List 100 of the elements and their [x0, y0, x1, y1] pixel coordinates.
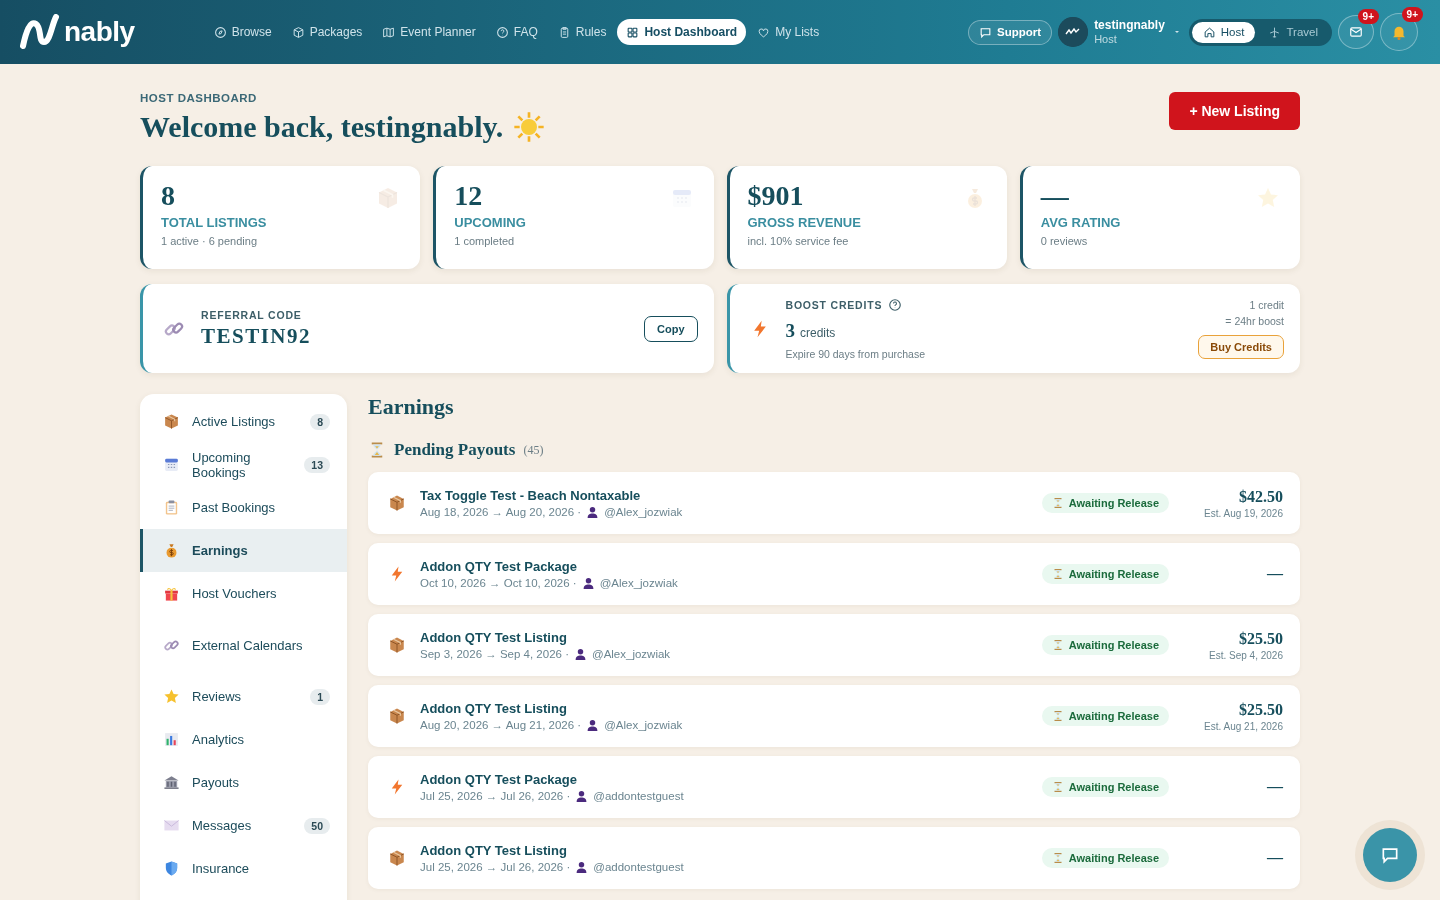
payout-estimate: Est. Sep 4, 2026 [1209, 649, 1283, 661]
payout-estimate: Est. Aug 19, 2026 [1204, 507, 1283, 519]
stat-value: — [1040, 180, 1069, 212]
chat-icon [1380, 845, 1400, 865]
plane-icon [1268, 25, 1282, 39]
payout-row[interactable]: Tax Toggle Test - Beach Nontaxable Aug 18, 2026 → Aug 20, 2026 · @Alex_jozwiak Awaiting Release $42.50 Est. Aug 19, 2026 [368, 472, 1300, 534]
rate-note: = 24hr boost [1225, 314, 1284, 327]
payout-title: Addon QTY Test Package [420, 771, 578, 787]
mode-toggle[interactable]: Host [1191, 21, 1256, 43]
payout-amount: — [1267, 565, 1283, 583]
box-icon [388, 494, 406, 512]
payout-dates: Jul 25, 2026 → Jul 26, 2026 · [420, 861, 571, 873]
star-icon [1256, 186, 1280, 210]
user-icon [586, 718, 600, 732]
payout-row[interactable]: Addon QTY Test Package Oct 10, 2026 → Oct 10, 2026 · @Alex_jozwiak Awaiting Release — [368, 543, 1300, 605]
question-icon [495, 25, 509, 39]
calendar-icon [163, 456, 180, 473]
sidebar-item[interactable]: Insurance [140, 847, 347, 890]
status-badge: Awaiting Release [1041, 493, 1169, 513]
payout-amount: — [1267, 849, 1283, 867]
sun-icon [513, 111, 546, 143]
user-icon [575, 789, 589, 803]
support-button[interactable]: Support [968, 19, 1053, 45]
stat-label: TOTAL LISTINGS [161, 215, 268, 230]
box-icon [388, 636, 406, 654]
payout-row[interactable]: Addon QTY Test Listing Aug 20, 2026 → Aug 21, 2026 · @Alex_jozwiak Awaiting Release $25.50 Est. Aug 21, 2026 [368, 685, 1300, 747]
payout-title: Tax Toggle Test - Beach Nontaxable [420, 487, 642, 503]
sidebar-item[interactable]: Earnings [140, 529, 347, 572]
help-icon[interactable] [888, 297, 903, 312]
logo-icon [20, 14, 60, 50]
guest-handle: @Alex_jozwiak [604, 719, 683, 731]
stat-note: 0 reviews [1040, 235, 1089, 247]
sidebar-item[interactable]: Host Vouchers [140, 572, 347, 615]
bar-chart-icon [163, 731, 180, 748]
sidebar-item[interactable]: Payouts [140, 761, 347, 804]
guest-handle: @addontestguest [593, 790, 684, 802]
sidebar-item[interactable]: External Calendars [140, 615, 347, 675]
sidebar-item[interactable]: Upcoming Bookings 13 [140, 443, 347, 486]
nav-link[interactable]: Packages [282, 19, 372, 45]
sidebar-item[interactable]: Reviews 1 [140, 675, 347, 718]
referral-label: REFERRAL CODE [201, 308, 303, 321]
payout-row[interactable]: Addon QTY Test Listing Jul 25, 2026 → Jul 26, 2026 · @addontestguest Awaiting Release — [368, 827, 1300, 889]
stat-note: incl. 10% service fee [747, 235, 850, 247]
expiry-note: Expire 90 days from purchase [785, 347, 925, 360]
stat-label: AVG RATING [1040, 215, 1122, 230]
nav-link[interactable]: Event Planner [373, 19, 485, 45]
nav-link[interactable]: My Lists [748, 19, 829, 45]
rate-note: 1 credit [1249, 298, 1284, 311]
status-badge: Awaiting Release [1041, 848, 1169, 868]
nav-link[interactable]: FAQ [486, 19, 547, 45]
gift-icon [163, 585, 180, 602]
buy-credits-button[interactable]: Buy Credits [1198, 334, 1284, 359]
user-icon [573, 647, 587, 661]
nav-link[interactable]: Browse [204, 19, 281, 45]
box-icon [388, 849, 406, 867]
payout-dates: Oct 10, 2026 → Oct 10, 2026 · [420, 577, 577, 589]
guest-handle: @Alex_jozwiak [599, 577, 678, 589]
nav-link[interactable]: Host Dashboard [617, 19, 747, 45]
payout-dates: Aug 20, 2026 → Aug 21, 2026 · [420, 719, 582, 731]
payout-row[interactable]: Addon QTY Test Listing Sep 3, 2026 → Sep 4, 2026 · @Alex_jozwiak Awaiting Release $25.50 Est. Sep 4, 2026 [368, 614, 1300, 676]
user-role: Host [1094, 32, 1118, 46]
payout-amount: $25.50 [1239, 629, 1283, 648]
guest-handle: @Alex_jozwiak [591, 648, 671, 660]
payout-dates: Sep 3, 2026 → Sep 4, 2026 · [420, 648, 569, 660]
sidebar-item[interactable]: Active Listings 8 [140, 400, 347, 443]
copy-button[interactable]: Copy [644, 315, 698, 342]
logo-wordmark[interactable]: nably [64, 16, 135, 48]
shield-icon [163, 860, 180, 877]
payout-amount: $42.50 [1239, 487, 1283, 506]
nav-link[interactable]: Rules [548, 19, 616, 45]
credit-unit: credits [800, 325, 836, 340]
box-icon [163, 413, 180, 430]
sidebar-item[interactable]: Past Bookings [140, 486, 347, 529]
payout-title: Addon QTY Test Listing [420, 842, 568, 858]
user-name: testingnably [1094, 18, 1165, 32]
payout-row[interactable]: Addon QTY Test Package Jul 25, 2026 → Jul 26, 2026 · @addontestguest Awaiting Release — [368, 756, 1300, 818]
chat-icon [979, 25, 993, 39]
guest-handle: @Alex_jozwiak [604, 506, 683, 518]
new-listing-button[interactable]: + New Listing [1169, 92, 1300, 130]
referral-code: TESTIN92 [201, 323, 312, 349]
box-icon [388, 707, 406, 725]
map-icon [382, 25, 396, 39]
avatar-icon[interactable] [1058, 17, 1089, 47]
chat-button[interactable] [1363, 828, 1417, 882]
home-icon [1202, 25, 1216, 39]
mail-icon [1349, 25, 1363, 39]
compass-icon [213, 25, 227, 39]
grid-icon [626, 25, 640, 39]
sidebar-item[interactable]: Analytics [140, 718, 347, 761]
clipboard-icon [163, 499, 180, 516]
status-badge: Awaiting Release [1041, 564, 1169, 584]
payout-title: Addon QTY Test Listing [420, 700, 568, 716]
user-icon [586, 505, 600, 519]
sidebar-item[interactable]: Messages 50 [140, 804, 347, 847]
stat-value: 12 [454, 180, 483, 212]
mode-toggle[interactable]: Travel [1257, 21, 1329, 43]
page-eyebrow: HOST DASHBOARD [140, 92, 258, 104]
payout-amount: $25.50 [1239, 700, 1283, 719]
count-badge: 9+ [1401, 7, 1423, 22]
payout-estimate: Est. Aug 21, 2026 [1204, 720, 1283, 732]
